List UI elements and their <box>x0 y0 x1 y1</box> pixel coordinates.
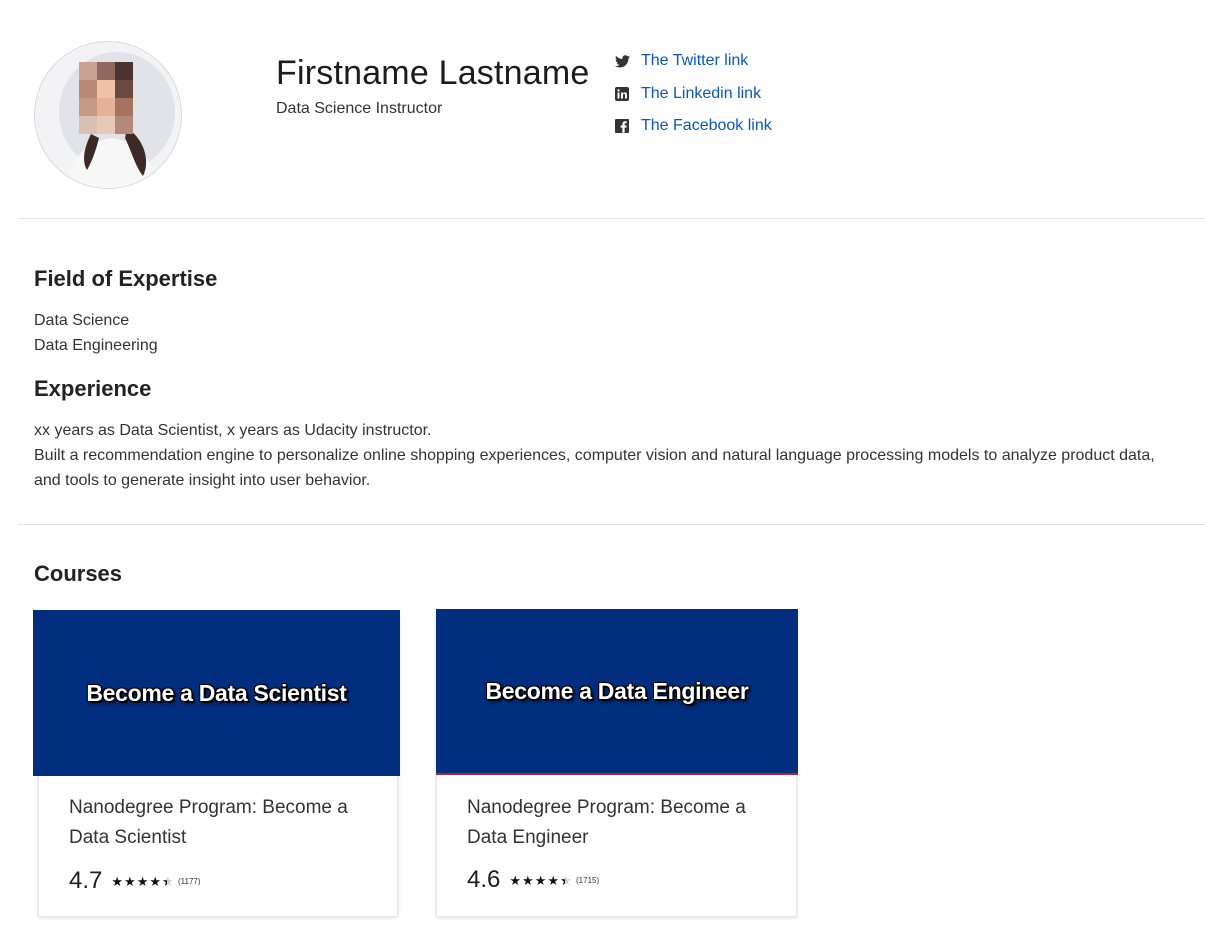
experience-line: and tools to generate insight into user … <box>34 472 371 489</box>
twitter-icon <box>614 53 630 69</box>
avatar <box>34 41 182 189</box>
course-rating: 4.7 ★ ★ ★ ★ ★★ (1177) <box>69 867 201 895</box>
star-icon: ★ <box>522 872 534 888</box>
course-banner-data-engineer[interactable]: Become a Data Engineer <box>436 609 798 775</box>
instructor-role: Data Science Instructor <box>276 100 443 117</box>
expertise-heading: Field of Expertise <box>34 266 218 291</box>
star-icon: ★ <box>534 872 547 888</box>
star-icon: ★ <box>111 873 124 889</box>
linkedin-icon <box>614 86 630 102</box>
star-icon: ★ <box>136 873 149 889</box>
expertise-item: Data Engineering <box>34 337 158 354</box>
facebook-icon <box>614 118 630 134</box>
star-icon: ★ <box>149 873 161 889</box>
rating-stars: ★ ★ ★ ★ ★★ <box>111 873 174 889</box>
pixelated-face <box>79 62 133 134</box>
rating-count: (1715) <box>576 875 600 885</box>
course-rating: 4.6 ★ ★ ★ ★ ★★ (1715) <box>467 866 599 894</box>
instructor-name: Firstname Lastname <box>276 54 590 92</box>
linkedin-link[interactable]: The Linkedin link <box>641 85 761 103</box>
courses-heading: Courses <box>34 561 123 586</box>
expertise-item: Data Science <box>34 312 130 329</box>
star-icon: ★ <box>547 872 559 888</box>
rating-value: 4.7 <box>69 867 103 894</box>
experience-heading: Experience <box>34 376 152 401</box>
half-star-icon: ★★ <box>560 872 572 888</box>
half-star-icon: ★★ <box>162 873 174 889</box>
course-title[interactable]: Nanodegree Program: Become a Data Scient… <box>69 793 369 853</box>
rating-value: 4.6 <box>467 866 501 893</box>
facebook-link[interactable]: The Facebook link <box>641 117 772 135</box>
divider <box>18 218 1205 219</box>
course-banner-data-scientist[interactable]: Become a Data Scientist <box>33 610 400 776</box>
social-link-linkedin[interactable]: The Linkedin link <box>614 78 772 111</box>
star-icon: ★ <box>509 872 522 888</box>
course-title[interactable]: Nanodegree Program: Become a Data Engine… <box>467 793 767 853</box>
course-banner-text: Become a Data Scientist <box>86 679 347 706</box>
social-link-twitter[interactable]: The Twitter link <box>614 45 772 78</box>
social-links: The Twitter link The Linkedin link The F… <box>614 45 772 143</box>
avatar-image <box>35 42 181 188</box>
twitter-link[interactable]: The Twitter link <box>641 52 748 70</box>
experience-line: xx years as Data Scientist, x years as U… <box>34 422 432 439</box>
rating-count: (1177) <box>178 876 201 886</box>
star-icon: ★ <box>124 873 136 889</box>
divider <box>18 524 1205 525</box>
course-banner-text: Become a Data Engineer <box>485 677 749 704</box>
profile-header: Firstname Lastname Data Science Instruct… <box>0 0 1205 218</box>
experience-line: Built a recommendation engine to persona… <box>34 447 1155 464</box>
social-link-facebook[interactable]: The Facebook link <box>614 110 772 143</box>
rating-stars: ★ ★ ★ ★ ★★ <box>509 872 572 888</box>
